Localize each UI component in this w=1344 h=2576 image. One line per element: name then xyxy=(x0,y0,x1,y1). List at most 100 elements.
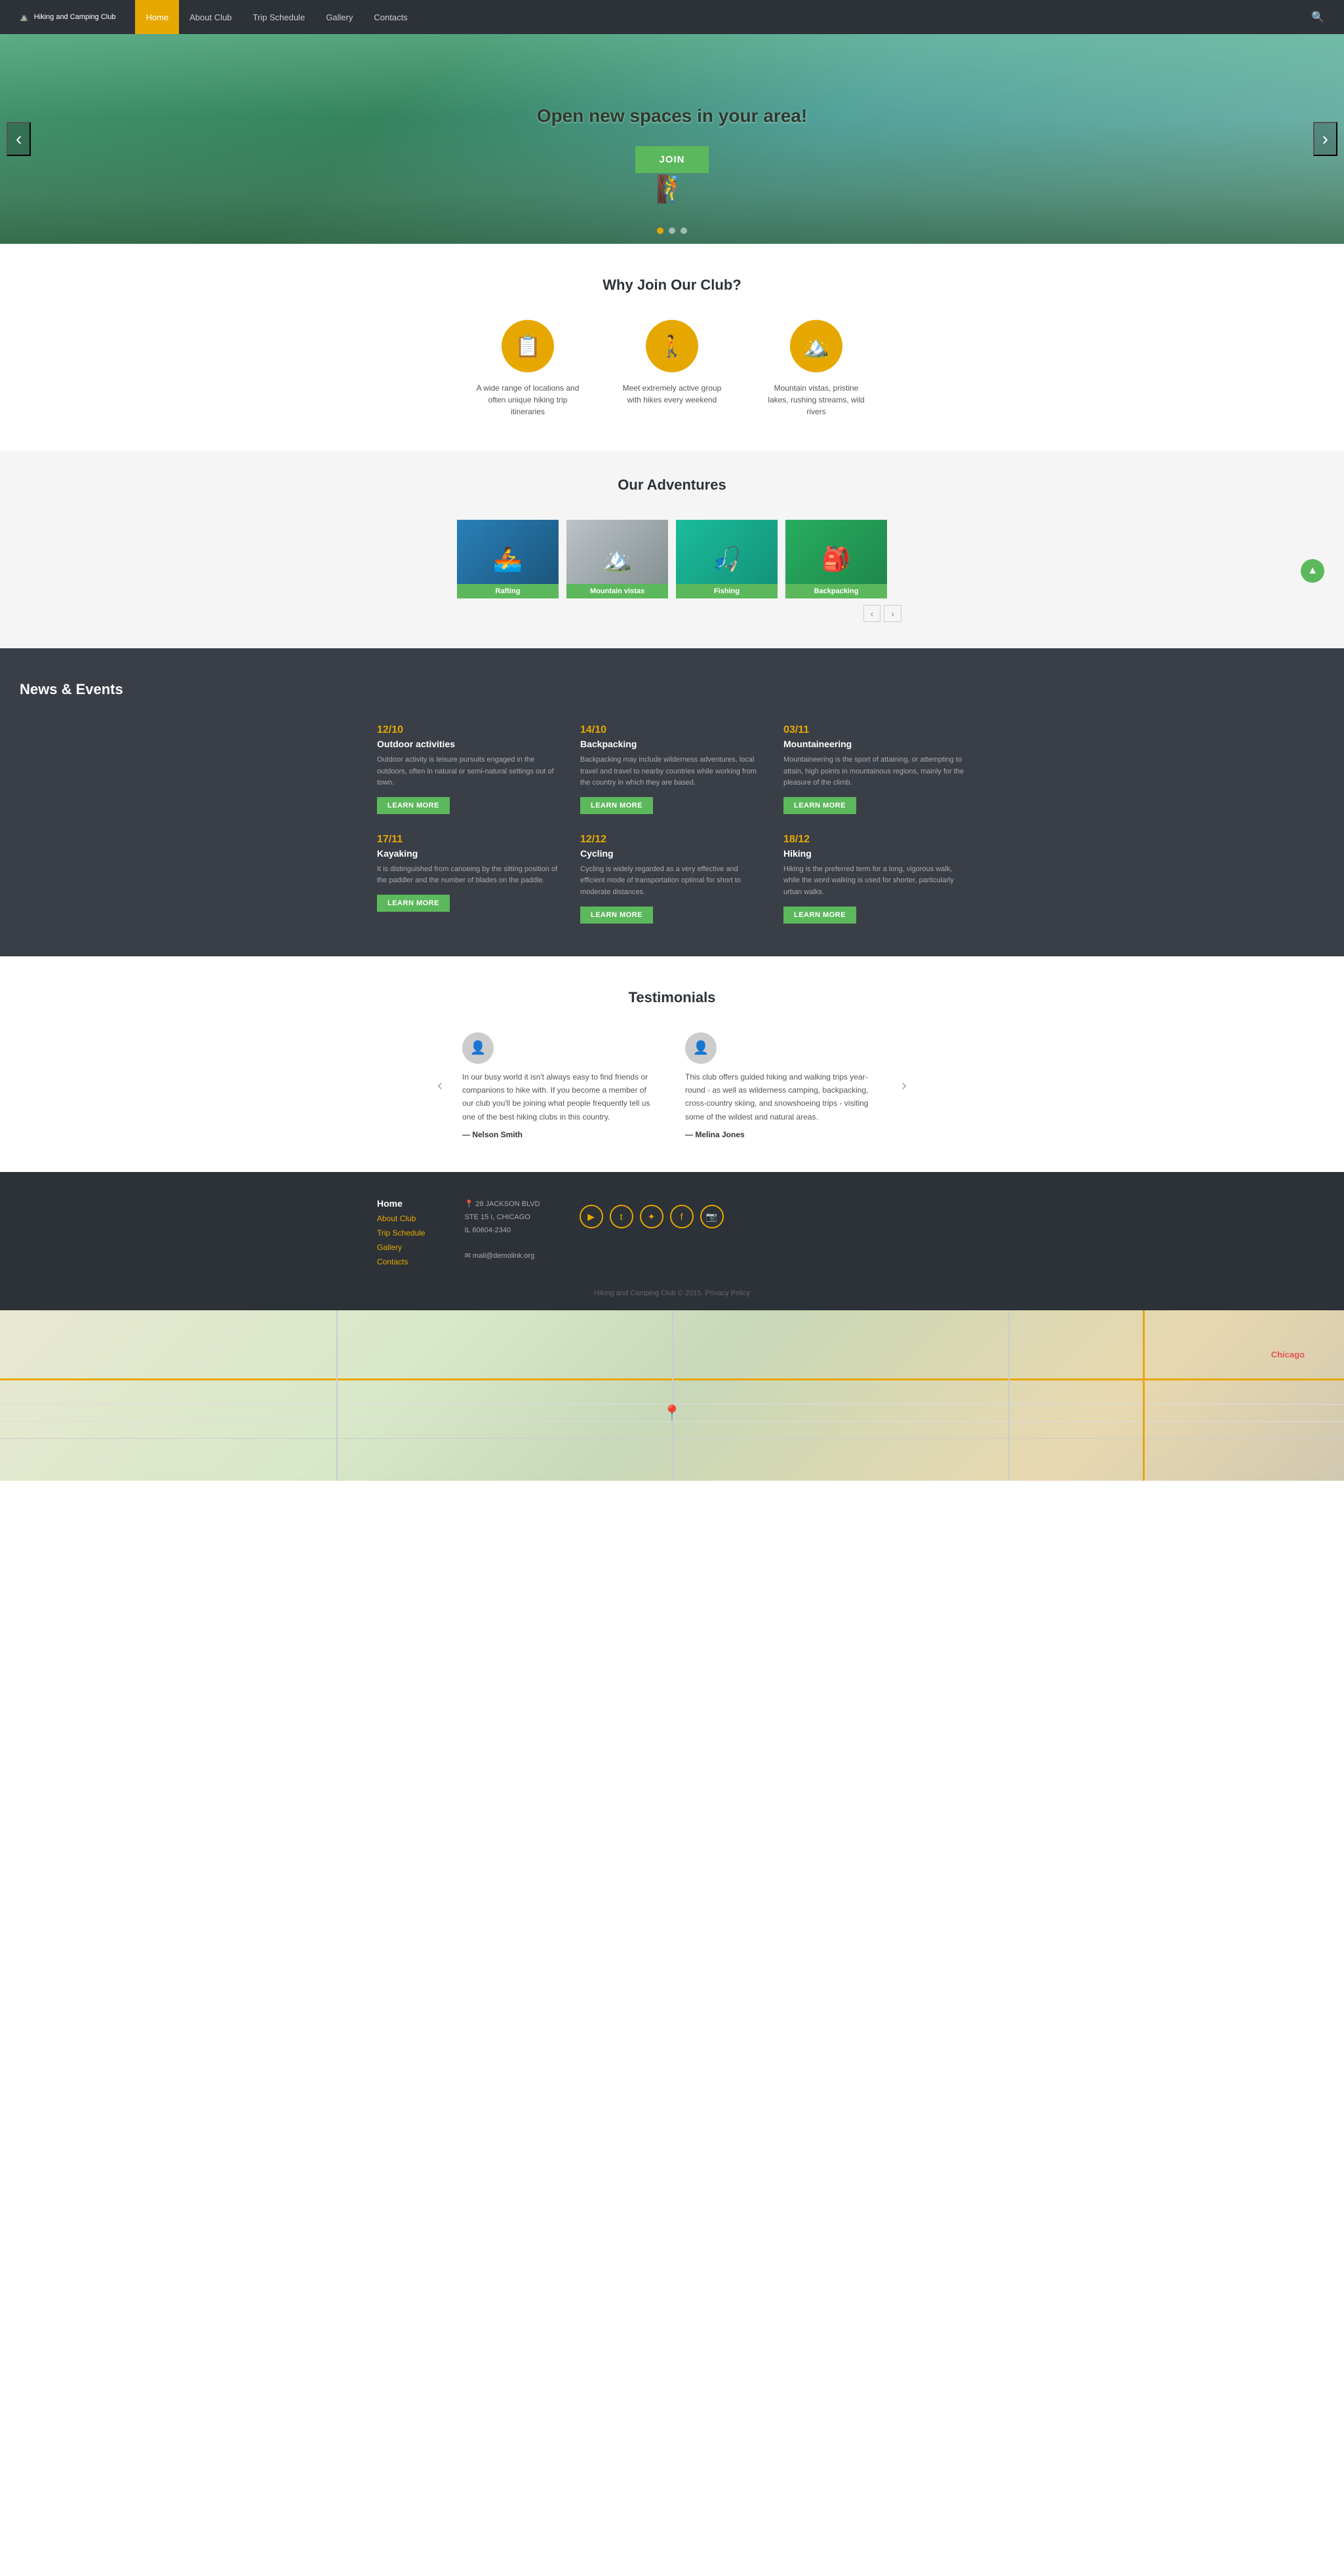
testimonials-next-button[interactable]: › xyxy=(895,1070,913,1101)
news-item-2: 03/11 Mountaineering Mountaineering is t… xyxy=(783,724,967,814)
testimonials-inner: ‹ 👤 In our busy world it isn't always ea… xyxy=(377,1032,967,1140)
footer-link-gallery[interactable]: Gallery xyxy=(377,1243,425,1252)
news-title-3: Kayaking xyxy=(377,848,561,859)
nav-link-contacts[interactable]: Contacts xyxy=(363,0,418,34)
footer-link-trip-schedule[interactable]: Trip Schedule xyxy=(377,1228,425,1238)
nav-links: HomeAbout ClubTrip ScheduleGalleryContac… xyxy=(135,0,1311,34)
testimonial-avatar-0: 👤 xyxy=(462,1032,494,1064)
news-text-1: Backpacking may include wilderness adven… xyxy=(580,754,764,789)
testimonial-card-1: 👤 This club offers guided hiking and wal… xyxy=(685,1032,882,1140)
why-join-section: Why Join Our Club? 📋 A wide range of loc… xyxy=(0,244,1344,450)
footer-link-about-club[interactable]: About Club xyxy=(377,1214,425,1223)
why-icon-1: 🚶 xyxy=(646,320,698,372)
logo-icon: ⛰️ xyxy=(20,13,29,22)
news-item-4: 12/12 Cycling Cycling is widely regarded… xyxy=(580,834,764,924)
nav-link-gallery[interactable]: Gallery xyxy=(315,0,363,34)
learn-more-button-0[interactable]: LEARN MORE xyxy=(377,797,450,814)
news-date-3: 17/11 xyxy=(377,834,561,846)
why-card-2: 🏔️ Mountain vistas, pristine lakes, rush… xyxy=(764,320,869,418)
testimonial-avatar-1: 👤 xyxy=(685,1032,717,1064)
map-city-label: Chicago xyxy=(1271,1350,1305,1359)
adventure-label-2: Fishing xyxy=(676,584,778,598)
adventure-label-1: Mountain vistas xyxy=(566,584,668,598)
social-twitter-icon[interactable]: ✦ xyxy=(640,1205,663,1228)
hero-title: Open new spaces in your area! xyxy=(537,106,807,127)
footer-social: ▶ t ✦ f 📷 xyxy=(580,1198,724,1266)
adventure-item-0[interactable]: 🚣 Rafting xyxy=(457,520,559,598)
hero-dot-2[interactable] xyxy=(669,227,675,234)
adventures-section: Our Adventures 🚣 Rafting 🏔️ Mountain vis… xyxy=(0,450,1344,648)
news-date-5: 18/12 xyxy=(783,834,967,846)
news-title-5: Hiking xyxy=(783,848,967,859)
news-date-0: 12/10 xyxy=(377,724,561,736)
adventures-nav: ‹ › xyxy=(443,605,901,622)
adventure-item-2[interactable]: 🎣 Fishing xyxy=(676,520,778,598)
news-date-1: 14/10 xyxy=(580,724,764,736)
scroll-top-button[interactable]: ▲ xyxy=(1301,559,1324,583)
map-section: Chicago 📍 xyxy=(0,1310,1344,1481)
hero-section: Open new spaces in your area! 🧗 JOIN ‹ › xyxy=(0,34,1344,244)
site-logo: ⛰️ Hiking and Camping Club xyxy=(20,13,115,22)
testimonials-section: Testimonials ‹ 👤 In our busy world it is… xyxy=(0,956,1344,1173)
hero-figure-icon: 🧗 xyxy=(656,174,688,205)
footer-inner: Home About Club Trip Schedule Gallery Contac… xyxy=(377,1198,967,1266)
adventures-prev-button[interactable]: ‹ xyxy=(863,605,881,622)
why-card-text-0: A wide range of locations and often uniq… xyxy=(475,382,580,418)
nav-link-home[interactable]: Home xyxy=(135,0,179,34)
adventure-label-3: Backpacking xyxy=(785,584,887,598)
search-icon[interactable]: 🔍 xyxy=(1311,10,1324,24)
social-facebook-icon[interactable]: f xyxy=(670,1205,694,1228)
adventure-item-3[interactable]: 🎒 Backpacking xyxy=(785,520,887,598)
hero-dots xyxy=(657,227,687,234)
learn-more-button-5[interactable]: LEARN MORE xyxy=(783,907,856,924)
why-card-text-1: Meet extremely active group with hikes e… xyxy=(620,382,724,406)
map-pin: 📍 xyxy=(662,1404,682,1423)
social-instagram-icon[interactable]: 📷 xyxy=(700,1205,724,1228)
learn-more-button-4[interactable]: LEARN MORE xyxy=(580,907,653,924)
map-road-v1 xyxy=(336,1310,338,1481)
testimonial-author-0: — Nelson Smith xyxy=(462,1130,659,1139)
news-date-4: 12/12 xyxy=(580,834,764,846)
hero-prev-button[interactable]: ‹ xyxy=(7,122,31,156)
hero-dot-1[interactable] xyxy=(657,227,663,234)
news-grid: 12/10 Outdoor activities Outdoor activit… xyxy=(377,724,967,924)
news-title: News & Events xyxy=(20,681,1324,698)
adventure-item-1[interactable]: 🏔️ Mountain vistas xyxy=(566,520,668,598)
social-youtube-icon[interactable]: ▶ xyxy=(580,1205,603,1228)
footer-address: 28 JACKSON BLVDSTE 15 I, CHICAGOIL 60604… xyxy=(465,1200,540,1234)
logo-text: Hiking and Camping Club xyxy=(34,13,116,21)
news-text-5: Hiking is the preferred term for a long,… xyxy=(783,864,967,899)
social-tumblr-icon[interactable]: t xyxy=(610,1205,633,1228)
news-item-5: 18/12 Hiking Hiking is the preferred ter… xyxy=(783,834,967,924)
why-icon-2: 🏔️ xyxy=(790,320,842,372)
news-item-0: 12/10 Outdoor activities Outdoor activit… xyxy=(377,724,561,814)
nav-link-about-club[interactable]: About Club xyxy=(179,0,242,34)
why-join-cards: 📋 A wide range of locations and often un… xyxy=(13,320,1331,418)
learn-more-button-3[interactable]: LEARN MORE xyxy=(377,895,450,912)
adventures-grid: 🚣 Rafting 🏔️ Mountain vistas 🎣 Fishing 🎒… xyxy=(443,520,901,598)
map-road-v2 xyxy=(672,1310,673,1481)
join-button[interactable]: JOIN xyxy=(635,146,708,173)
news-date-2: 03/11 xyxy=(783,724,967,736)
hero-dot-3[interactable] xyxy=(681,227,687,234)
learn-more-button-2[interactable]: LEARN MORE xyxy=(783,797,856,814)
footer-email: mail@demolink.org xyxy=(473,1252,534,1260)
testimonials-prev-button[interactable]: ‹ xyxy=(431,1070,449,1101)
testimonial-card-0: 👤 In our busy world it isn't always easy… xyxy=(462,1032,659,1140)
adventures-next-button[interactable]: › xyxy=(884,605,901,622)
social-icons-container: ▶ t ✦ f 📷 xyxy=(580,1205,724,1228)
footer-link-contacts[interactable]: Contacts xyxy=(377,1257,425,1266)
footer-link-home[interactable]: Home xyxy=(377,1198,425,1209)
learn-more-button-1[interactable]: LEARN MORE xyxy=(580,797,653,814)
nav-link-trip-schedule[interactable]: Trip Schedule xyxy=(242,0,315,34)
testimonial-author-1: — Melina Jones xyxy=(685,1130,882,1139)
email-icon: ✉ xyxy=(465,1252,471,1260)
footer: Home About Club Trip Schedule Gallery Contac… xyxy=(0,1172,1344,1310)
why-join-title: Why Join Our Club? xyxy=(13,277,1331,294)
address-icon: 📍 xyxy=(465,1200,474,1208)
why-icon-0: 📋 xyxy=(502,320,554,372)
footer-links: Home About Club Trip Schedule Gallery Contac… xyxy=(377,1198,425,1266)
testimonials-title: Testimonials xyxy=(20,989,1324,1006)
testimonials-cards: 👤 In our busy world it isn't always easy… xyxy=(462,1032,882,1140)
hero-next-button[interactable]: › xyxy=(1313,122,1337,156)
